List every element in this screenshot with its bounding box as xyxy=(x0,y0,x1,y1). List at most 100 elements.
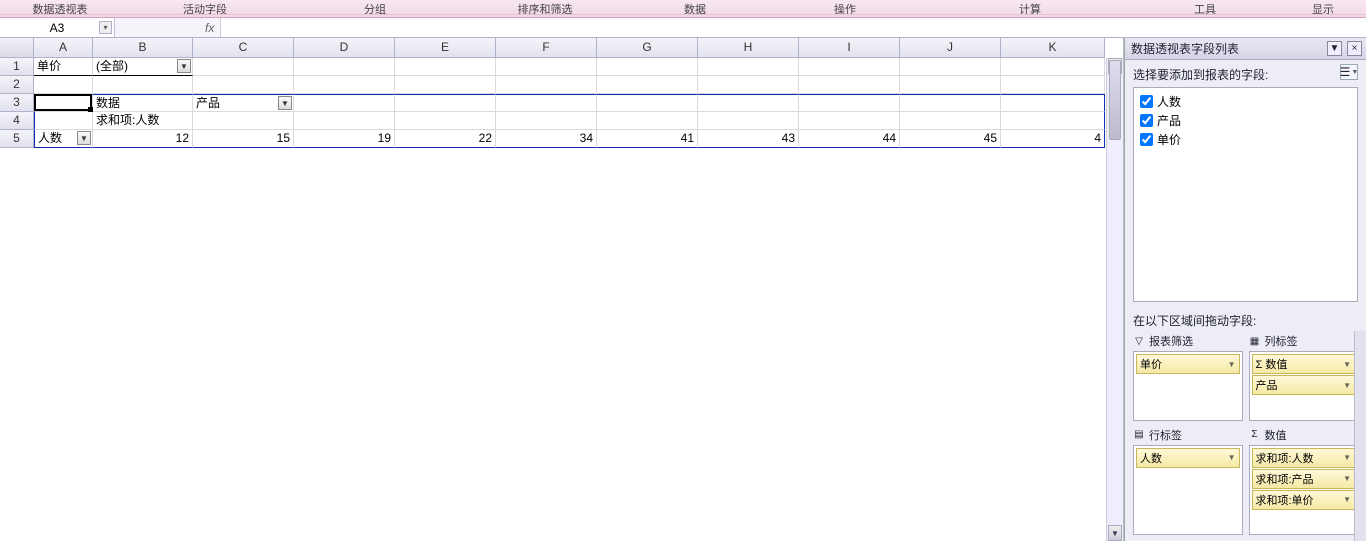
cell[interactable]: 求和项:人数 xyxy=(93,112,193,130)
col-header-B[interactable]: B xyxy=(93,38,193,58)
cell[interactable]: 45 xyxy=(900,130,1001,148)
row-header[interactable]: 4 xyxy=(0,112,34,130)
cell[interactable] xyxy=(900,112,1001,130)
cell[interactable] xyxy=(395,58,496,76)
cell[interactable] xyxy=(597,58,698,76)
cell[interactable] xyxy=(34,76,93,94)
cell[interactable] xyxy=(294,76,395,94)
cell[interactable]: 单价 xyxy=(34,58,93,76)
scroll-down-icon[interactable]: ▼ xyxy=(1108,525,1122,541)
cell[interactable]: (全部)▼ xyxy=(93,58,193,76)
col-header-C[interactable]: C xyxy=(193,38,294,58)
cell[interactable] xyxy=(799,76,900,94)
col-header-D[interactable]: D xyxy=(294,38,395,58)
cell[interactable] xyxy=(1001,112,1105,130)
cell[interactable] xyxy=(698,94,799,112)
cell[interactable]: 人数▼ xyxy=(34,130,93,148)
cell[interactable] xyxy=(395,76,496,94)
cell[interactable]: 41 xyxy=(597,130,698,148)
area-report-filter[interactable]: ▽报表筛选 单价▼ xyxy=(1133,331,1243,421)
field-checkbox[interactable] xyxy=(1140,95,1153,108)
cell[interactable] xyxy=(294,94,395,112)
cell[interactable] xyxy=(1001,94,1105,112)
chip-dropdown-icon[interactable]: ▼ xyxy=(1343,495,1351,504)
cell[interactable] xyxy=(193,58,294,76)
cell[interactable] xyxy=(799,94,900,112)
fx-label[interactable]: fx xyxy=(199,21,220,35)
cell[interactable] xyxy=(698,76,799,94)
cell[interactable] xyxy=(900,76,1001,94)
pane-close-icon[interactable]: × xyxy=(1347,41,1362,56)
cell[interactable] xyxy=(597,94,698,112)
pane-dropdown-icon[interactable]: ▼ xyxy=(1327,41,1342,56)
cell[interactable]: 34 xyxy=(496,130,597,148)
col-header-J[interactable]: J xyxy=(900,38,1001,58)
cell[interactable] xyxy=(395,94,496,112)
cell[interactable] xyxy=(294,112,395,130)
cell[interactable]: 产品▼ xyxy=(193,94,294,112)
chip-dropdown-icon[interactable]: ▼ xyxy=(1228,453,1236,462)
cell[interactable] xyxy=(496,112,597,130)
chip-dropdown-icon[interactable]: ▼ xyxy=(1343,381,1351,390)
cell[interactable]: 4 xyxy=(1001,130,1105,148)
cell[interactable] xyxy=(294,58,395,76)
field-item-renshu[interactable]: 人数 xyxy=(1138,92,1353,111)
cell[interactable] xyxy=(597,112,698,130)
cell[interactable] xyxy=(496,76,597,94)
formula-input[interactable] xyxy=(221,18,1366,37)
area-row-labels[interactable]: ▤行标签 人数▼ xyxy=(1133,425,1243,536)
chip-sigma-values[interactable]: Σ 数值▼ xyxy=(1252,354,1356,374)
cell[interactable] xyxy=(1001,58,1105,76)
pane-scrollbar[interactable] xyxy=(1354,331,1366,541)
col-header-I[interactable]: I xyxy=(799,38,900,58)
name-box-dropdown-icon[interactable]: ▾ xyxy=(99,21,112,34)
cell[interactable] xyxy=(900,94,1001,112)
cell[interactable]: 数据 xyxy=(93,94,193,112)
chip-sum-danjia[interactable]: 求和项:单价▼ xyxy=(1252,490,1356,510)
field-item-danjia[interactable]: 单价 xyxy=(1138,130,1353,149)
cell[interactable]: 44 xyxy=(799,130,900,148)
cell[interactable] xyxy=(93,76,193,94)
cell[interactable] xyxy=(395,112,496,130)
chip-dropdown-icon[interactable]: ▼ xyxy=(1343,453,1351,462)
chip-dropdown-icon[interactable]: ▼ xyxy=(1343,360,1351,369)
field-checkbox[interactable] xyxy=(1140,114,1153,127)
vertical-scrollbar[interactable]: ▲ ▼ xyxy=(1106,58,1123,541)
col-header-A[interactable]: A xyxy=(34,38,93,58)
cell[interactable]: 12 xyxy=(93,130,193,148)
cell[interactable] xyxy=(698,58,799,76)
chip-dropdown-icon[interactable]: ▼ xyxy=(1228,360,1236,369)
cell[interactable] xyxy=(496,94,597,112)
field-list-options-icon[interactable]: ☰▼ xyxy=(1340,64,1358,80)
cell[interactable] xyxy=(496,58,597,76)
cell[interactable] xyxy=(799,112,900,130)
select-all-corner[interactable] xyxy=(0,38,34,58)
filter-dropdown-icon[interactable]: ▼ xyxy=(278,96,292,110)
chip-sum-chanpin[interactable]: 求和项:产品▼ xyxy=(1252,469,1356,489)
cell[interactable] xyxy=(34,94,93,112)
field-list[interactable]: 人数 产品 单价 xyxy=(1133,87,1358,302)
cell[interactable] xyxy=(193,76,294,94)
col-header-H[interactable]: H xyxy=(698,38,799,58)
row-header[interactable]: 5 xyxy=(0,130,34,148)
chip-danjia[interactable]: 单价▼ xyxy=(1136,354,1240,374)
chip-dropdown-icon[interactable]: ▼ xyxy=(1343,474,1351,483)
cell[interactable] xyxy=(34,112,93,130)
cell[interactable] xyxy=(193,112,294,130)
chip-sum-renshu[interactable]: 求和项:人数▼ xyxy=(1252,448,1356,468)
col-header-K[interactable]: K xyxy=(1001,38,1105,58)
cell[interactable] xyxy=(799,58,900,76)
filter-dropdown-icon[interactable]: ▼ xyxy=(177,59,191,73)
row-header[interactable]: 2 xyxy=(0,76,34,94)
col-header-F[interactable]: F xyxy=(496,38,597,58)
field-checkbox[interactable] xyxy=(1140,133,1153,146)
cell[interactable]: 15 xyxy=(193,130,294,148)
cell[interactable] xyxy=(597,76,698,94)
col-header-G[interactable]: G xyxy=(597,38,698,58)
chip-chanpin[interactable]: 产品▼ xyxy=(1252,375,1356,395)
filter-dropdown-icon[interactable]: ▼ xyxy=(77,131,91,145)
cell[interactable] xyxy=(900,58,1001,76)
cell[interactable] xyxy=(698,112,799,130)
col-header-E[interactable]: E xyxy=(395,38,496,58)
area-values[interactable]: Σ数值 求和项:人数▼ 求和项:产品▼ 求和项:单价▼ xyxy=(1249,425,1359,536)
